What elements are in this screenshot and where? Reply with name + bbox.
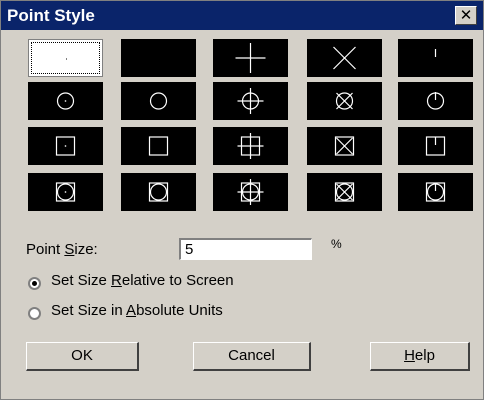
point-style-square-x[interactable] xyxy=(307,127,382,165)
square-icon xyxy=(148,136,169,156)
square-dot-icon xyxy=(55,136,76,156)
point-style-square-circle-dot[interactable] xyxy=(28,173,103,211)
point-style-circle-tick[interactable] xyxy=(398,82,473,120)
percent-unit: % xyxy=(331,237,342,251)
square-plus-icon xyxy=(237,133,264,159)
circle-plus-icon xyxy=(237,88,264,114)
point-style-dot[interactable] xyxy=(28,39,103,77)
close-button[interactable]: ✕ xyxy=(455,6,477,25)
relative-label[interactable]: Set Size Relative to Screen xyxy=(51,272,234,289)
point-style-plus[interactable] xyxy=(213,39,288,77)
relative-radio[interactable] xyxy=(28,277,41,290)
point-style-circle[interactable] xyxy=(121,82,196,120)
point-style-circle-x[interactable] xyxy=(307,82,382,120)
cancel-button[interactable]: Cancel xyxy=(193,342,311,371)
square-tick-icon xyxy=(425,136,446,156)
window-title: Point Style xyxy=(7,6,95,25)
radio-selected-dot xyxy=(32,281,37,286)
square-circle-dot-icon xyxy=(55,182,76,202)
tick-icon xyxy=(434,49,437,57)
point-style-dialog: Point Style ✕ Point Size: % Set Size Rel… xyxy=(0,0,484,400)
square-circle-plus-icon xyxy=(237,179,264,205)
point-style-x[interactable] xyxy=(307,39,382,77)
circle-tick-icon xyxy=(426,92,445,110)
circle-icon xyxy=(149,92,168,110)
point-style-circle-plus[interactable] xyxy=(213,82,288,120)
point-style-square-dot[interactable] xyxy=(28,127,103,165)
point-style-square[interactable] xyxy=(121,127,196,165)
x-icon xyxy=(333,46,356,70)
absolute-label[interactable]: Set Size in Absolute Units xyxy=(51,302,223,319)
circle-x-icon xyxy=(335,92,354,110)
point-style-square-circle-x[interactable] xyxy=(307,173,382,211)
point-style-none[interactable] xyxy=(121,39,196,77)
square-circle-tick-icon xyxy=(425,182,446,202)
help-button[interactable]: Help xyxy=(370,342,470,371)
point-size-label: Point Size: xyxy=(26,241,98,258)
dot-icon xyxy=(66,58,67,60)
square-circle-icon xyxy=(148,182,169,202)
point-style-square-tick[interactable] xyxy=(398,127,473,165)
plus-icon xyxy=(235,43,266,73)
point-size-input[interactable] xyxy=(179,238,312,260)
absolute-radio[interactable] xyxy=(28,307,41,320)
point-style-square-circle-tick[interactable] xyxy=(398,173,473,211)
point-style-circle-dot[interactable] xyxy=(28,82,103,120)
square-x-icon xyxy=(334,136,355,156)
circle-dot-icon xyxy=(56,92,75,110)
point-style-tick[interactable] xyxy=(398,39,473,77)
point-style-square-plus[interactable] xyxy=(213,127,288,165)
point-style-square-circle-plus[interactable] xyxy=(213,173,288,211)
none-icon xyxy=(121,39,196,77)
point-style-square-circle[interactable] xyxy=(121,173,196,211)
square-circle-x-icon xyxy=(334,182,355,202)
title-bar[interactable]: Point Style ✕ xyxy=(1,1,483,30)
close-icon: ✕ xyxy=(459,6,473,24)
ok-button[interactable]: OK xyxy=(26,342,139,371)
